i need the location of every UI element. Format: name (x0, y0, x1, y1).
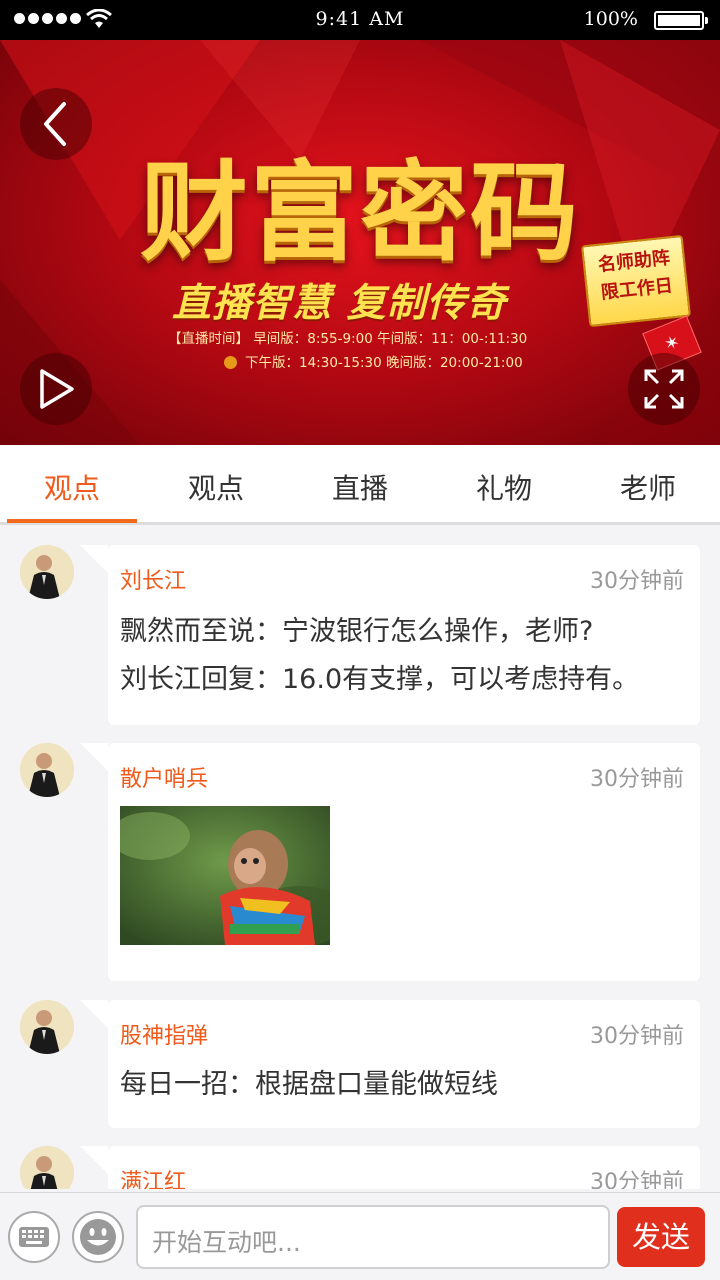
live-banner: 财富密码 直播智慧 复制传奇 名师助阵 限工作日 ✶ 【直播时间】 早间版：8:… (0, 40, 720, 445)
timestamp: 30分钟前 (590, 1170, 684, 1189)
status-bar: 9:41 AM 100% (0, 0, 720, 40)
clock-dot-icon (224, 356, 237, 369)
active-tab-indicator (7, 519, 137, 523)
avatar[interactable] (20, 545, 74, 599)
list-item: 散户哨兵 30分钟前 (0, 723, 720, 981)
message-input[interactable]: 开始互动吧... (136, 1205, 610, 1269)
tab-viewpoint-active[interactable]: 观点 (0, 467, 144, 507)
tab-bar: 观点 观点 直播 礼物 老师 (0, 445, 720, 525)
chevron-left-icon (44, 102, 66, 146)
schedule-row-2: 下午版：14:30-15:30 晚间版：20:00-21:00 (245, 355, 523, 371)
tab-teacher[interactable]: 老师 (576, 467, 720, 507)
author-name[interactable]: 散户哨兵 (120, 761, 208, 793)
author-name[interactable]: 股神指弹 (120, 1018, 208, 1050)
timestamp: 30分钟前 (590, 767, 684, 792)
avatar[interactable] (20, 1146, 74, 1189)
monkey-photo-icon (120, 806, 330, 945)
fullscreen-icon (644, 369, 684, 409)
back-button[interactable] (20, 88, 92, 160)
play-button[interactable] (20, 353, 92, 425)
message-card: 满江红 30分钟前 (80, 1146, 700, 1189)
avatar[interactable] (20, 743, 74, 797)
author-name[interactable]: 刘长江 (120, 563, 186, 595)
message-card: 散户哨兵 30分钟前 (80, 743, 700, 981)
message-question: 飘然而至说：宁波银行怎么操作，老师? (120, 616, 594, 647)
play-icon (40, 369, 74, 409)
fullscreen-button[interactable] (628, 353, 700, 425)
battery-percent: 100% (583, 8, 638, 30)
keyboard-icon (19, 1227, 49, 1247)
banner-subtitle: 直播智慧 复制传奇 (172, 281, 507, 326)
tab-gifts[interactable]: 礼物 (432, 467, 576, 507)
message-card: 股神指弹 30分钟前 每日一招：根据盘口量能做短线 (80, 1000, 700, 1128)
list-item: 股神指弹 30分钟前 每日一招：根据盘口量能做短线 (0, 980, 720, 1130)
composer-bar: 开始互动吧... 发送 (0, 1192, 720, 1280)
author-name[interactable]: 满江红 (120, 1164, 186, 1189)
list-item: 满江红 30分钟前 (0, 1126, 720, 1189)
message-reply: 刘长江回复：16.0有支撑，可以考虑持有。 (120, 664, 640, 695)
message-card: 刘长江 30分钟前 飘然而至说：宁波银行怎么操作，老师? 刘长江回复：16.0有… (80, 545, 700, 725)
message-image[interactable] (120, 806, 330, 945)
send-button[interactable]: 发送 (617, 1207, 705, 1267)
teacher-badge: 名师助阵 限工作日 (580, 234, 692, 328)
tab-live[interactable]: 直播 (288, 467, 432, 507)
emoji-icon (80, 1219, 116, 1255)
live-schedule: 【直播时间】 早间版：8:55-9:00 午间版：11：00-:11:30 下午… (168, 327, 527, 375)
emoji-button[interactable] (72, 1211, 124, 1263)
schedule-row-1: 【直播时间】 早间版：8:55-9:00 午间版：11：00-:11:30 (168, 331, 528, 347)
keyboard-button[interactable] (8, 1211, 60, 1263)
tab-viewpoint[interactable]: 观点 (144, 467, 288, 507)
battery-icon (654, 11, 708, 30)
timestamp: 30分钟前 (590, 1024, 684, 1049)
message-feed[interactable]: 刘长江 30分钟前 飘然而至说：宁波银行怎么操作，老师? 刘长江回复：16.0有… (0, 525, 720, 1189)
timestamp: 30分钟前 (590, 569, 684, 594)
battery-level (658, 15, 700, 26)
avatar[interactable] (20, 1000, 74, 1054)
list-item: 刘长江 30分钟前 飘然而至说：宁波银行怎么操作，老师? 刘长江回复：16.0有… (0, 525, 720, 725)
message-text: 每日一招：根据盘口量能做短线 (120, 1069, 498, 1100)
